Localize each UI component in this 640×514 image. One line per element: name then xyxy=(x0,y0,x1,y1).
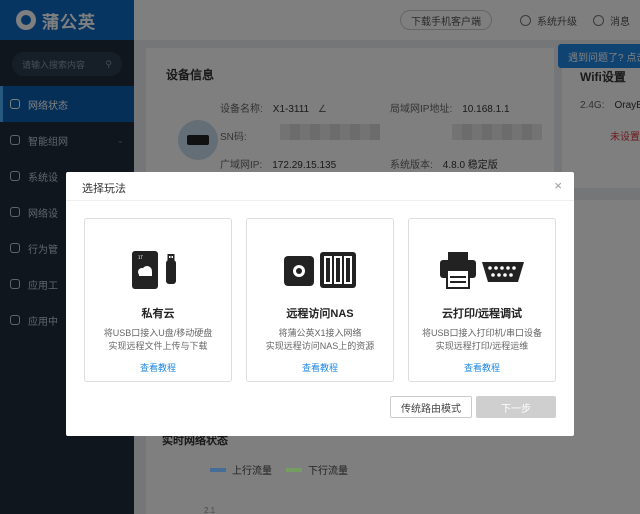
option-desc-line: 实现远程访问NAS上的资源 xyxy=(265,341,375,351)
option-cloud-print[interactable]: 云打印/远程调试 将USB口接入打印机/串口设备 实现远程打印/远程运维 查看教… xyxy=(408,218,556,382)
printer-serial-icon xyxy=(409,241,555,299)
option-name: 远程访问NAS xyxy=(286,308,354,320)
option-name: 私有云 xyxy=(141,308,175,320)
svg-text:1T: 1T xyxy=(138,255,144,260)
choose-mode-dialog: 选择玩法 × 1T 私有云 将USB口接入U盘/移动硬盘 实现远程文件上传与下载… xyxy=(66,172,574,436)
dialog-divider xyxy=(66,200,574,201)
close-icon[interactable]: × xyxy=(554,178,562,193)
legend-swatch-upload xyxy=(210,467,226,472)
traditional-router-mode-button[interactable]: 传统路由模式 xyxy=(390,396,472,418)
legend-download-label: 下行流量 xyxy=(308,466,348,477)
view-tutorial-link[interactable]: 查看教程 xyxy=(85,361,231,374)
option-desc: 将USB口接入打印机/串口设备 实现远程打印/远程运维 xyxy=(409,327,555,353)
option-desc-line: 将USB口接入U盘/移动硬盘 xyxy=(103,328,213,338)
view-tutorial-link[interactable]: 查看教程 xyxy=(247,361,393,374)
option-private-cloud[interactable]: 1T 私有云 将USB口接入U盘/移动硬盘 实现远程文件上传与下载 查看教程 xyxy=(84,218,232,382)
option-name: 云打印/远程调试 xyxy=(441,308,523,320)
option-desc-line: 将蒲公英X1接入网络 xyxy=(278,328,362,338)
nas-icon xyxy=(247,241,393,299)
option-desc: 将USB口接入U盘/移动硬盘 实现远程文件上传与下载 xyxy=(85,327,231,353)
dialog-title: 选择玩法 xyxy=(82,183,126,195)
option-desc-line: 将USB口接入打印机/串口设备 xyxy=(421,328,542,338)
usb-drive-icon: 1T xyxy=(85,241,231,299)
option-desc-line: 实现远程文件上传与下载 xyxy=(108,341,208,351)
legend-upload-label: 上行流量 xyxy=(232,466,272,477)
next-step-button[interactable]: 下一步 xyxy=(476,396,556,418)
option-desc-line: 实现远程打印/远程运维 xyxy=(435,341,529,351)
view-tutorial-link[interactable]: 查看教程 xyxy=(409,361,555,374)
option-remote-nas[interactable]: 远程访问NAS 将蒲公英X1接入网络 实现远程访问NAS上的资源 查看教程 xyxy=(246,218,394,382)
legend-download: 下行流量 xyxy=(286,462,348,477)
legend-upload: 上行流量 xyxy=(210,462,272,477)
legend-swatch-download xyxy=(286,467,302,472)
option-desc: 将蒲公英X1接入网络 实现远程访问NAS上的资源 xyxy=(247,327,393,353)
